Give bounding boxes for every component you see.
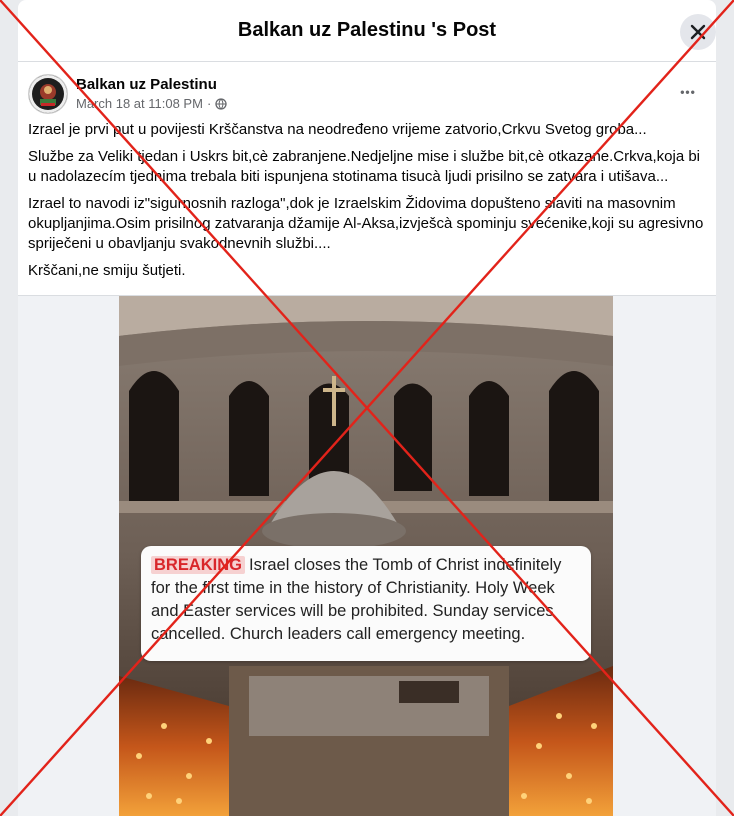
- post-paragraph: Službe za Veliki tjedan i Uskrs bit,cè z…: [28, 148, 701, 185]
- dialog-title: Balkan uz Palestinu 's Post: [237, 19, 497, 41]
- close-icon: [690, 24, 706, 40]
- post-photo[interactable]: BREAKING Israel closes the Tomb of Christ…: [119, 296, 613, 816]
- post-paragraph: Izrael to navodi iz"sigurnosnih razloga"…: [28, 195, 704, 252]
- post-text: Izrael je prvi put u povijesti Krščanstv…: [28, 120, 708, 288]
- post-timestamp[interactable]: March 18 at 11:08 PM: [76, 96, 203, 111]
- post-paragraph: Izrael je prvi put u povijesti Krščanstv…: [28, 121, 647, 138]
- meta-separator: ·: [206, 96, 212, 111]
- globe-icon[interactable]: [215, 97, 227, 110]
- dialog-header: Balkan uz Palestinu 's Post: [18, 0, 716, 62]
- post-dialog: Balkan uz Palestinu 's Post Balkan uz Pa…: [18, 0, 716, 816]
- post-image-area[interactable]: BREAKING Israel closes the Tomb of Christ…: [18, 295, 716, 816]
- post-meta: March 18 at 11:08 PM ·: [76, 96, 227, 111]
- more-options-icon: •••: [680, 85, 696, 99]
- more-options-button[interactable]: •••: [676, 80, 700, 104]
- close-button[interactable]: [680, 14, 716, 50]
- breaking-label: BREAKING: [151, 556, 246, 574]
- author-avatar[interactable]: [28, 74, 68, 114]
- post-paragraph: Krščani,ne smiju šutjeti.: [28, 262, 186, 279]
- avatar-emblem-icon: [29, 75, 67, 113]
- author-name[interactable]: Balkan uz Palestinu: [76, 76, 217, 93]
- breaking-news-card: BREAKING Israel closes the Tomb of Christ…: [141, 546, 591, 661]
